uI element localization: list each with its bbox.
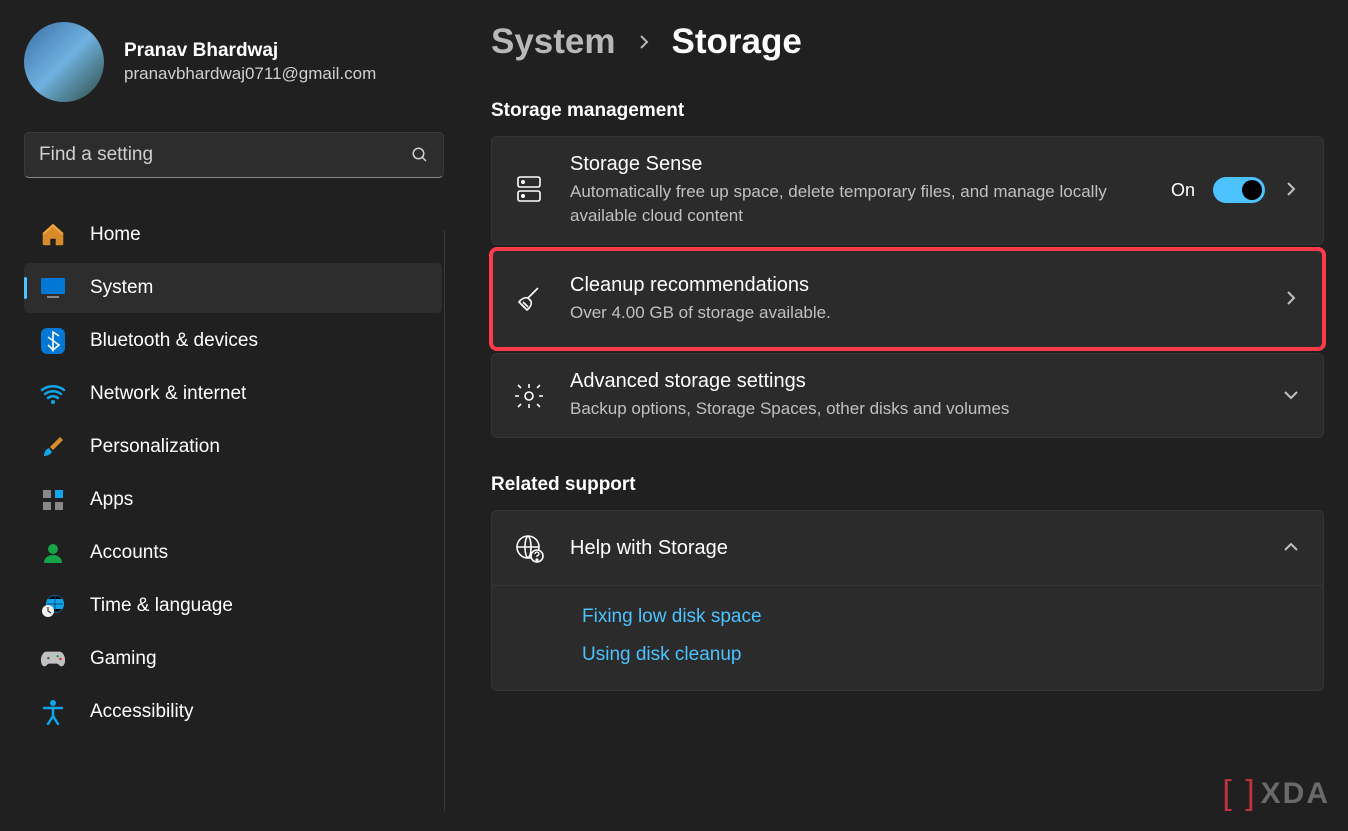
card-help-storage: Help with Storage Fixing low disk space … [491,510,1324,691]
chevron-right-icon [1283,290,1301,308]
gear-icon [514,381,544,411]
sidebar-item-time[interactable]: Time & language [24,581,442,631]
search-icon [411,146,429,164]
sidebar-item-system[interactable]: System [24,263,442,313]
sidebar-item-label: Home [90,224,141,246]
avatar [24,22,104,102]
sidebar-item-label: System [90,277,153,299]
help-title: Help with Storage [570,537,1257,560]
sidebar-item-label: Apps [90,489,133,511]
sidebar-item-label: Personalization [90,436,220,458]
system-icon [40,275,66,301]
person-icon [40,540,66,566]
wifi-icon [40,381,66,407]
search-box[interactable] [24,132,444,178]
breadcrumb-current: Storage [672,22,802,62]
home-icon [40,222,66,248]
toggle-label: On [1171,180,1195,201]
xda-watermark: [ ] XDA [1222,774,1330,813]
sidebar-item-label: Time & language [90,595,233,617]
sidebar: Pranav Bhardwaj pranavbhardwaj0711@gmail… [0,0,445,831]
storage-sense-icon [514,175,544,205]
sidebar-item-accessibility[interactable]: Accessibility [24,687,442,737]
card-subtitle: Backup options, Storage Spaces, other di… [570,397,1130,421]
section-storage-management-title: Storage management [491,100,1324,122]
sidebar-item-label: Accounts [90,542,168,564]
profile-email: pranavbhardwaj0711@gmail.com [124,64,376,84]
sidebar-item-label: Bluetooth & devices [90,330,258,352]
sidebar-item-accounts[interactable]: Accounts [24,528,442,578]
card-storage-sense[interactable]: Storage Sense Automatically free up spac… [491,136,1324,245]
main-content: System Storage Storage management Storag… [445,0,1348,831]
sidebar-item-apps[interactable]: Apps [24,475,442,525]
help-link-low-disk[interactable]: Fixing low disk space [582,606,1315,628]
card-subtitle: Over 4.00 GB of storage available. [570,301,1130,325]
sidebar-item-gaming[interactable]: Gaming [24,634,442,684]
card-body: Cleanup recommendations Over 4.00 GB of … [570,274,1257,325]
card-body: Advanced storage settings Backup options… [570,370,1257,421]
card-subtitle: Automatically free up space, delete temp… [570,180,1130,228]
accessibility-icon [40,699,66,725]
chevron-down-icon [1283,387,1301,405]
breadcrumb: System Storage [491,22,1324,62]
profile-name: Pranav Bhardwaj [124,40,376,62]
bracket-icon: [ ] [1222,774,1256,813]
profile-block[interactable]: Pranav Bhardwaj pranavbhardwaj0711@gmail… [24,22,445,102]
card-trail: On [1171,177,1301,203]
broom-icon [514,284,544,314]
nav: Home System Bluetooth & devices Network … [24,210,442,737]
bluetooth-icon [40,328,66,354]
help-header[interactable]: Help with Storage [492,511,1323,585]
storage-sense-toggle[interactable] [1213,177,1265,203]
profile-text: Pranav Bhardwaj pranavbhardwaj0711@gmail… [124,40,376,84]
paintbrush-icon [40,434,66,460]
sidebar-item-personalization[interactable]: Personalization [24,422,442,472]
gamepad-icon [40,646,66,672]
chevron-right-icon [1283,181,1301,199]
sidebar-item-label: Network & internet [90,383,246,405]
sidebar-item-home[interactable]: Home [24,210,442,260]
sidebar-divider [444,230,445,811]
chevron-up-icon [1283,539,1301,557]
globe-help-icon [514,533,544,563]
card-trail [1283,387,1301,405]
help-links: Fixing low disk space Using disk cleanup [492,585,1323,690]
help-link-disk-cleanup[interactable]: Using disk cleanup [582,644,1315,666]
search-input[interactable] [39,144,411,166]
sidebar-item-label: Gaming [90,648,157,670]
breadcrumb-parent[interactable]: System [491,22,616,62]
chevron-right-icon [636,34,652,50]
card-cleanup-recommendations[interactable]: Cleanup recommendations Over 4.00 GB of … [491,249,1324,350]
sidebar-item-bluetooth[interactable]: Bluetooth & devices [24,316,442,366]
card-advanced-storage[interactable]: Advanced storage settings Backup options… [491,353,1324,438]
card-body: Storage Sense Automatically free up spac… [570,153,1145,228]
sidebar-item-label: Accessibility [90,701,193,723]
section-related-support-title: Related support [491,474,1324,496]
card-title: Storage Sense [570,153,1145,176]
watermark-text: XDA [1261,777,1330,811]
card-title: Advanced storage settings [570,370,1257,393]
clock-globe-icon [40,593,66,619]
card-trail [1283,290,1301,308]
sidebar-item-network[interactable]: Network & internet [24,369,442,419]
apps-icon [40,487,66,513]
card-title: Cleanup recommendations [570,274,1257,297]
